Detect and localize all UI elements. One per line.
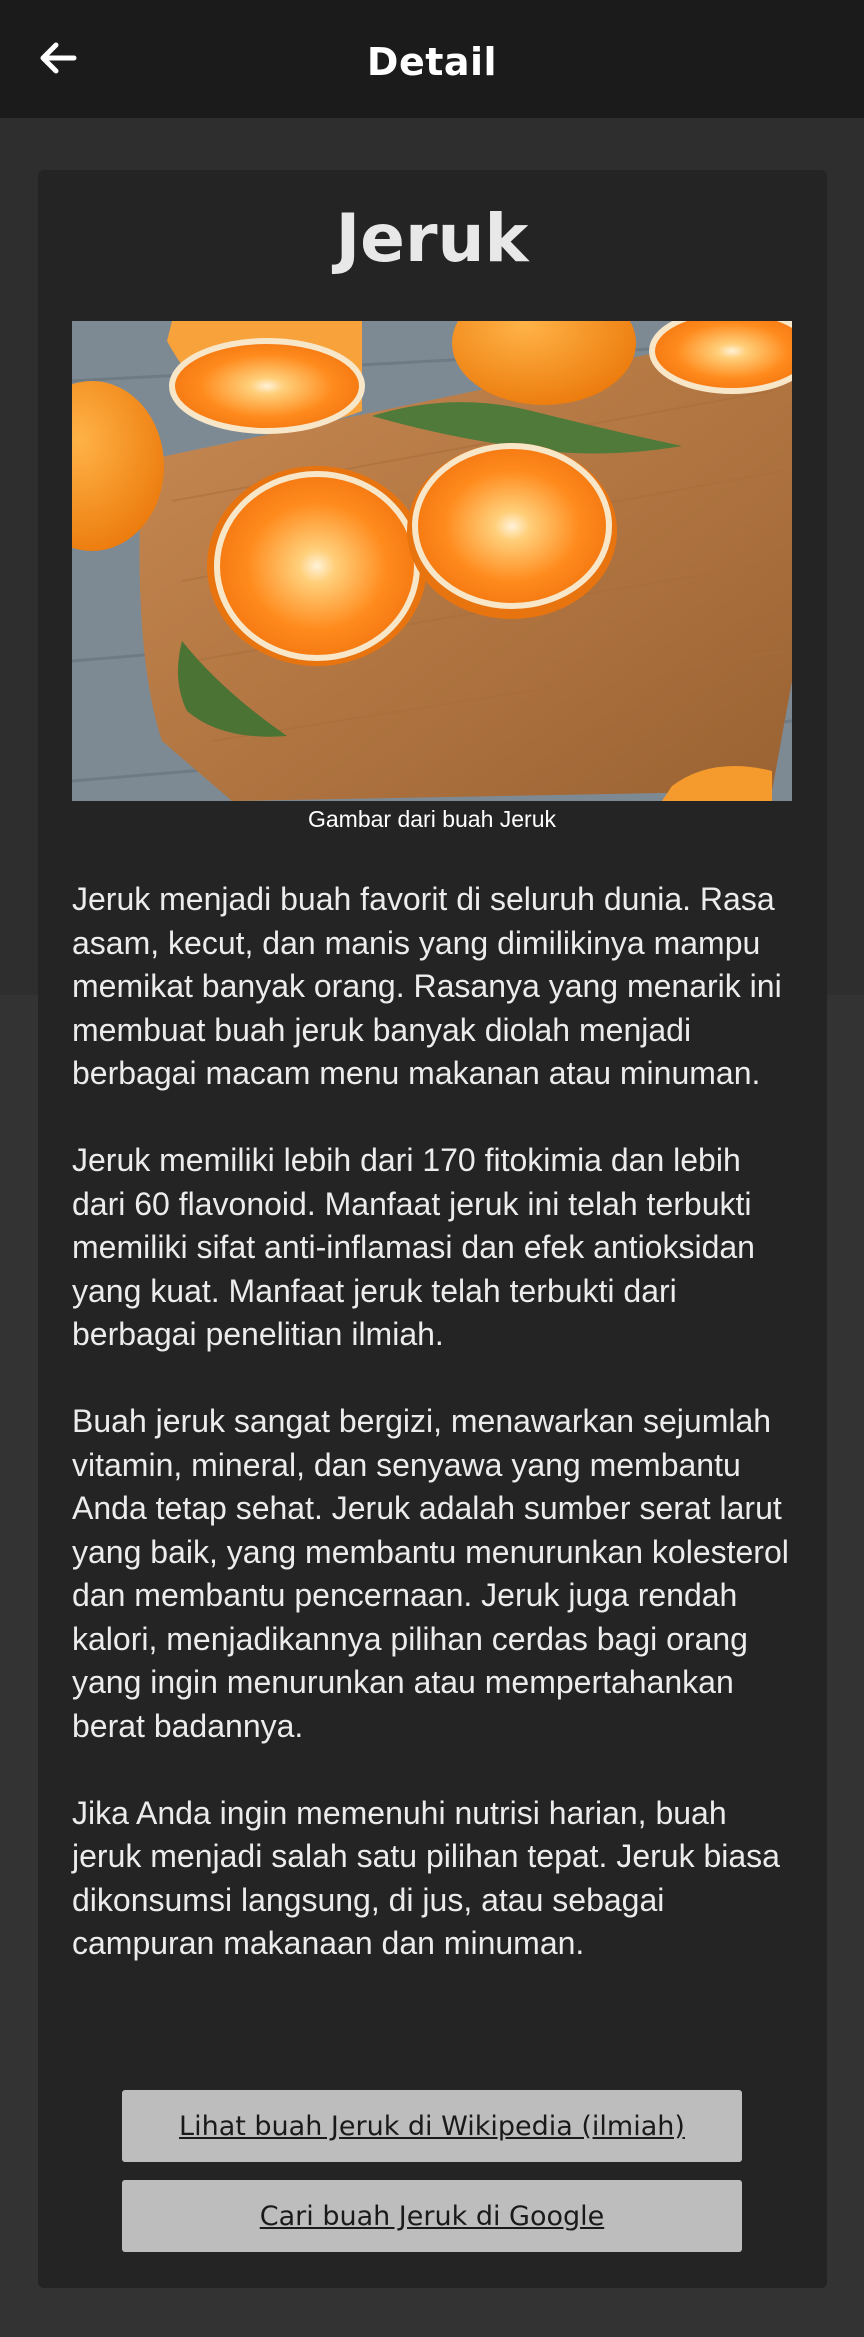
fruit-title: Jeruk bbox=[335, 200, 529, 277]
fruit-image bbox=[72, 321, 792, 801]
app-bar: Detail bbox=[0, 0, 864, 118]
wikipedia-link-button[interactable]: Lihat buah Jeruk di Wikipedia (ilmiah) bbox=[122, 2090, 742, 2162]
app-bar-title: Detail bbox=[366, 40, 498, 84]
oranges-on-cutting-board-photo bbox=[72, 321, 792, 801]
fruit-description: Jeruk menjadi buah favorit di seluruh du… bbox=[72, 881, 789, 1961]
image-caption: Gambar dari buah Jeruk bbox=[307, 806, 556, 832]
google-search-button[interactable]: Cari buah Jeruk di Google bbox=[122, 2180, 742, 2252]
